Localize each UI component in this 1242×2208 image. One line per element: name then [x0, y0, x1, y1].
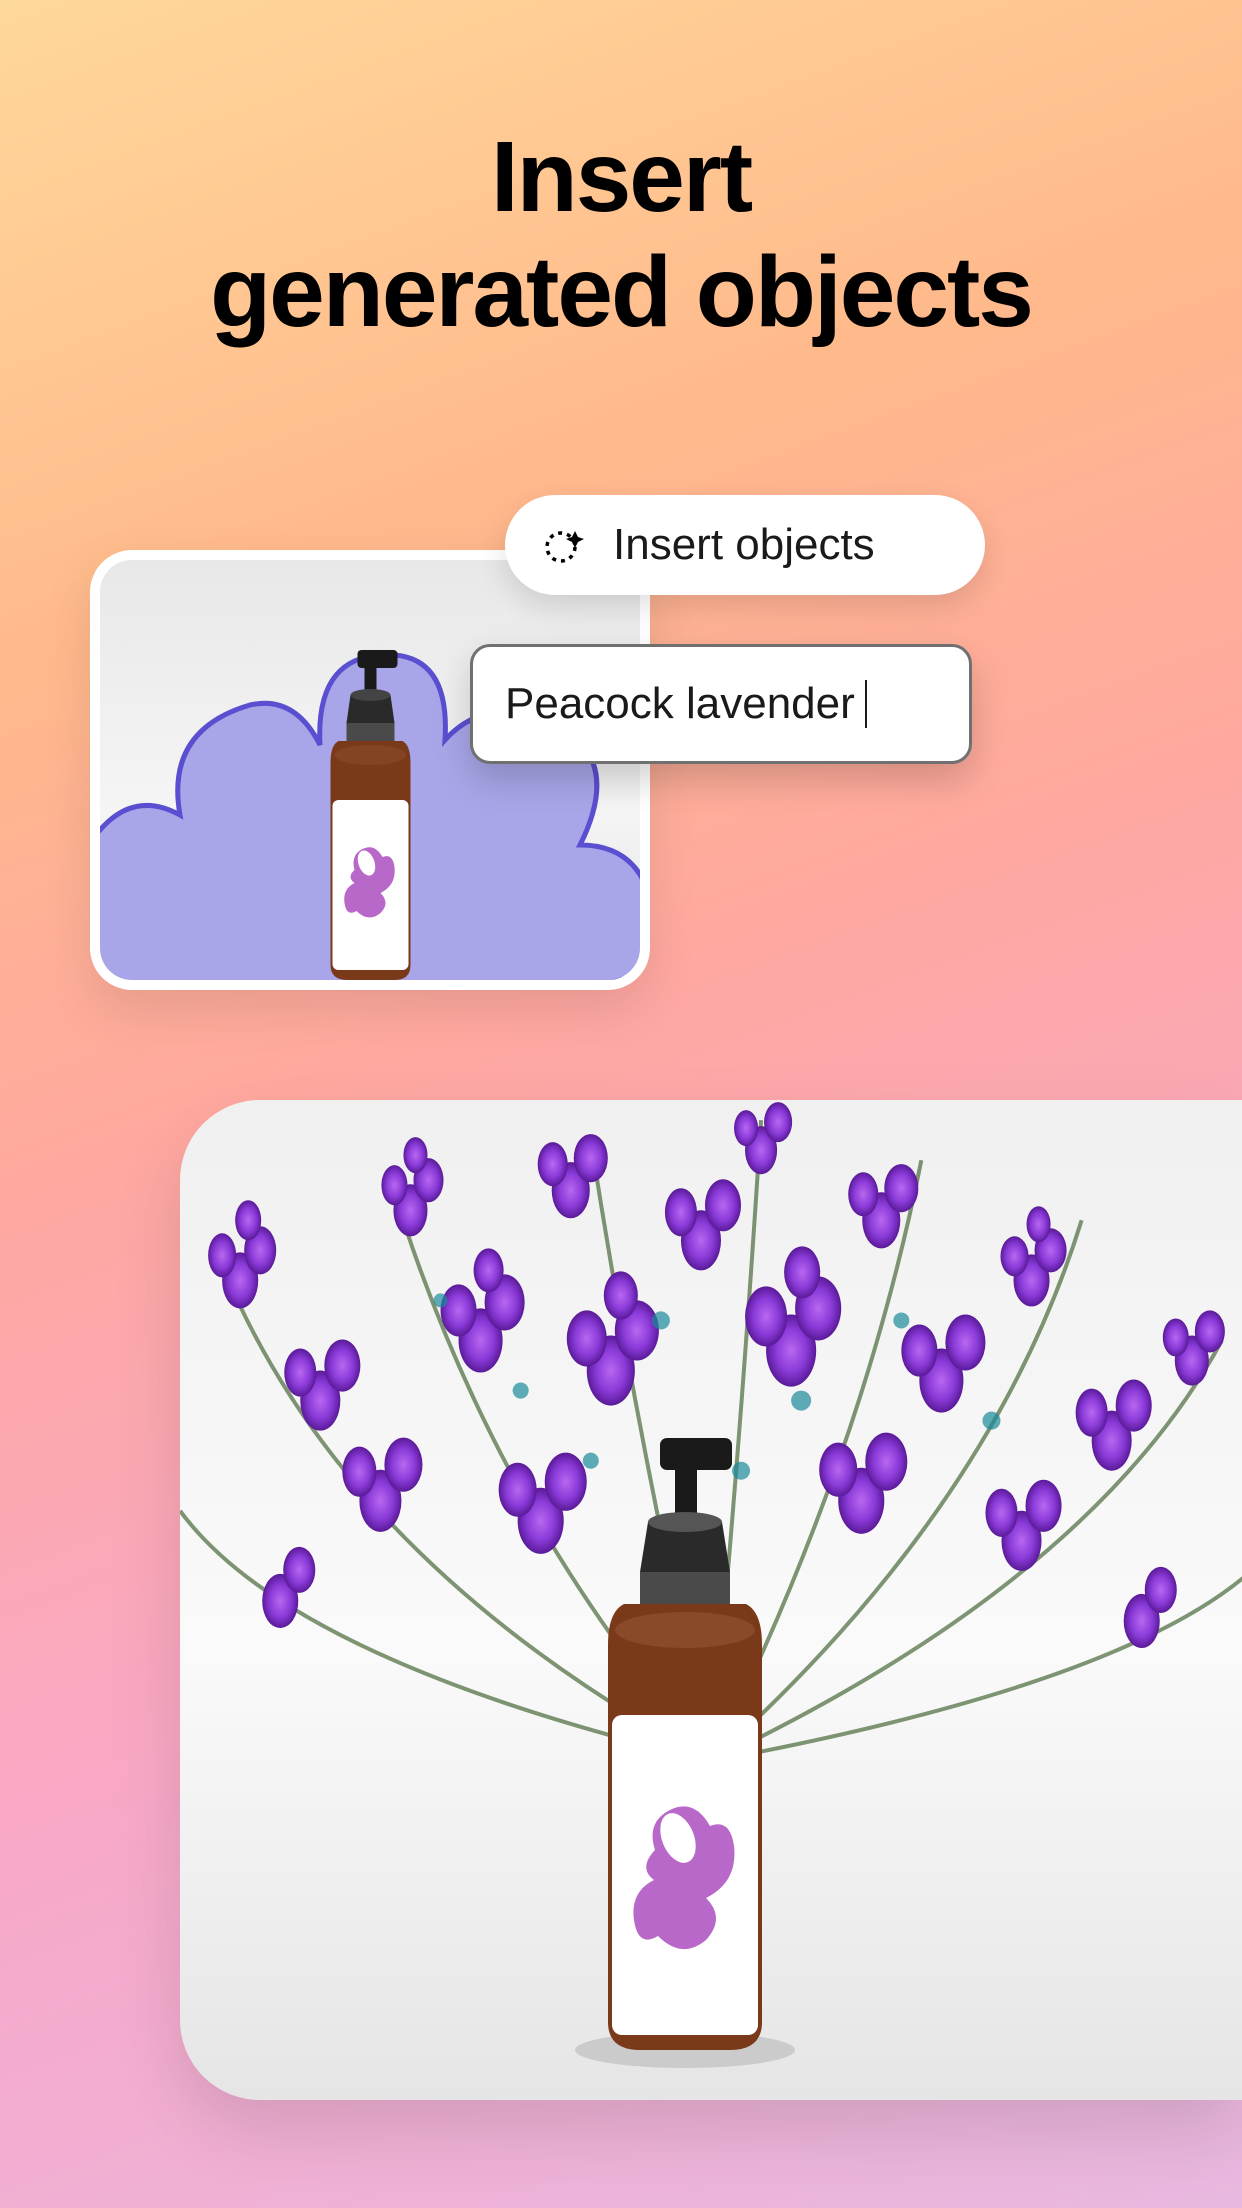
before-image-card — [90, 550, 650, 990]
page-headline: Insert generated objects — [0, 120, 1242, 350]
insert-objects-label: Insert objects — [613, 520, 875, 570]
after-image-card — [180, 1100, 1242, 2100]
insert-objects-button[interactable]: Insert objects — [505, 495, 985, 595]
prompt-text-value: Peacock lavender — [505, 679, 855, 729]
product-bottle-after — [560, 1430, 810, 2070]
headline-line1: Insert — [0, 120, 1242, 235]
text-cursor — [865, 680, 867, 728]
headline-line2: generated objects — [0, 235, 1242, 350]
prompt-text-input[interactable]: Peacock lavender — [470, 644, 972, 764]
sparkle-icon — [541, 521, 589, 569]
before-image-content — [100, 560, 640, 980]
product-bottle-before — [303, 645, 438, 985]
